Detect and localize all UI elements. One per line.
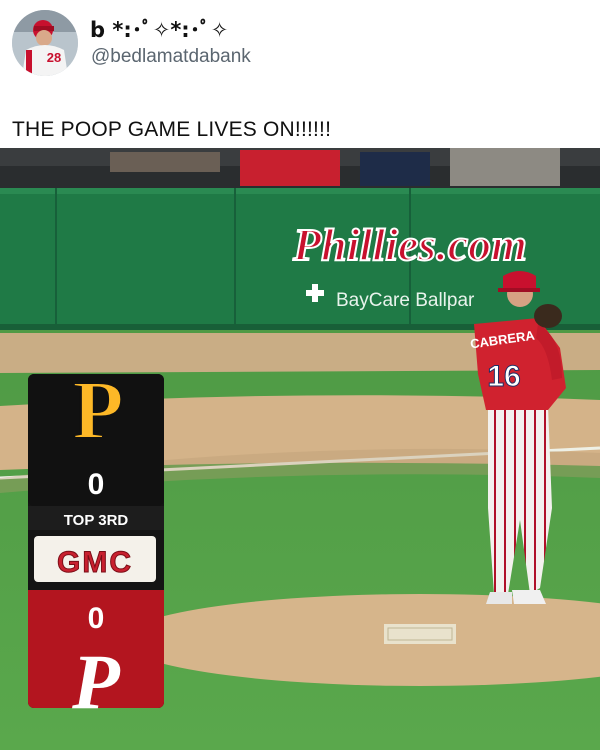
phillies-logo-letter: P [71, 638, 121, 725]
display-name[interactable]: b *:･ﾟ✧*:･ﾟ✧ [90, 14, 228, 44]
jersey-number: 16 [487, 360, 520, 393]
wall-sponsor: BayCare Ballpar [336, 290, 475, 311]
sponsor-logo: GMC [57, 546, 133, 579]
avatar-jersey-number: 28 [47, 50, 61, 65]
pitching-rubber [384, 624, 456, 644]
tweet-text: THE POOP GAME LIVES ON!!!!!! [12, 118, 332, 141]
pirates-logo-letter: P [72, 364, 123, 457]
stands [0, 148, 600, 188]
avatar[interactable]: 28 [12, 10, 78, 76]
inning-indicator: TOP 3RD [64, 512, 129, 529]
tweet-photo[interactable]: Phillies.com BayCare Ballpar CABRERA 16 … [0, 148, 600, 750]
tweet-header: 28 b *:･ﾟ✧*:･ﾟ✧ @bedlamatdabank THE POOP… [0, 0, 600, 148]
user-handle[interactable]: @bedlamatdabank [91, 46, 251, 68]
wall-sign: Phillies.com [292, 219, 527, 270]
away-score: 0 [88, 468, 105, 501]
home-score: 0 [88, 602, 105, 635]
